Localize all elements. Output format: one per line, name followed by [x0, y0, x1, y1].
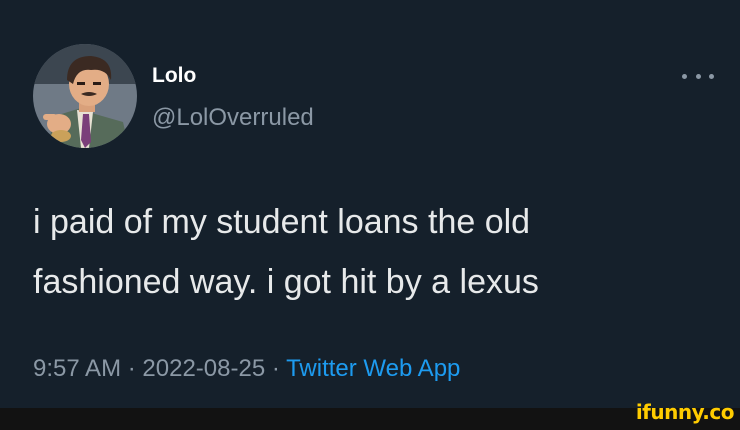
footer-bar: [0, 408, 740, 430]
tweet-time[interactable]: 9:57 AM: [33, 355, 121, 382]
dot-icon: [695, 73, 701, 79]
dot-icon: [709, 73, 714, 79]
tweet-card: Lolo @LolOverruled i paid of my student …: [0, 0, 740, 408]
tweet-text-line: i paid of my student loans the old: [33, 203, 531, 241]
dot-icon: [682, 73, 687, 79]
tweet-meta: 9:57 AM · 2022-08-25 · Twitter Web App: [33, 354, 460, 384]
avatar[interactable]: [33, 44, 137, 148]
display-name[interactable]: Lolo: [152, 64, 196, 88]
watermark-logo: ifunny.co: [635, 400, 735, 424]
user-handle[interactable]: @LolOverruled: [152, 104, 314, 132]
meta-separator: ·: [127, 355, 136, 382]
tweet-date[interactable]: 2022-08-25: [142, 355, 265, 382]
tweet-text: i paid of my student loans the old fashi…: [33, 192, 713, 312]
tweet-source-link[interactable]: Twitter Web App: [286, 355, 460, 382]
tweet-text-line: fashioned way. i got hit by a lexus: [33, 263, 539, 301]
avatar-illustration-icon: [33, 44, 137, 148]
meta-separator: ·: [271, 355, 280, 382]
more-options-icon[interactable]: [682, 64, 714, 88]
